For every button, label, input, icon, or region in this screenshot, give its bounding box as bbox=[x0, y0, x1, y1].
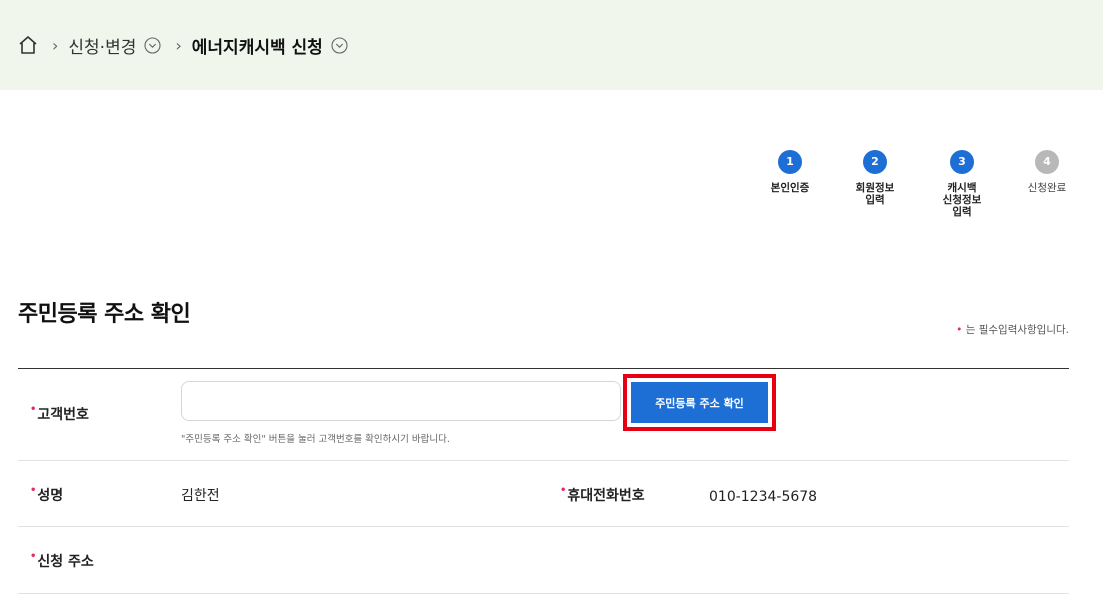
required-mark: • bbox=[30, 551, 37, 562]
home-icon[interactable] bbox=[18, 35, 38, 55]
chevron-right-icon: › bbox=[52, 35, 59, 55]
step-number: 2 bbox=[863, 150, 887, 174]
check-resident-address-button[interactable]: 주민등록 주소 확인 bbox=[631, 382, 768, 423]
step-label: 캐시백 신청정보 입력 bbox=[942, 182, 982, 218]
name-label: •성명 bbox=[30, 485, 63, 505]
phone-label: •휴대전화번호 bbox=[560, 485, 645, 505]
required-note: • 는 필수입력사항입니다. bbox=[956, 322, 1069, 337]
customer-number-label-text: 고객번호 bbox=[37, 407, 89, 423]
breadcrumb-bar: › 신청·변경 › 에너지캐시백 신청 bbox=[0, 0, 1103, 90]
row-divider bbox=[18, 593, 1069, 594]
step-label: 회원정보 입력 bbox=[855, 182, 895, 206]
required-note-text: 는 필수입력사항입니다. bbox=[965, 324, 1069, 336]
address-label-text: 신청 주소 bbox=[37, 554, 94, 570]
page-title: 주민등록 주소 확인 bbox=[18, 302, 191, 327]
address-label: •신청 주소 bbox=[30, 551, 94, 571]
name-label-text: 성명 bbox=[37, 488, 64, 504]
name-value: 김한전 bbox=[181, 488, 220, 504]
step-label: 신청완료 bbox=[1027, 182, 1067, 194]
required-mark: • bbox=[30, 485, 37, 496]
step-4: 4 신청완료 bbox=[1007, 150, 1087, 194]
customer-number-label: •고객번호 bbox=[30, 404, 89, 424]
step-2: 2 회원정보 입력 bbox=[835, 150, 915, 206]
step-number: 1 bbox=[778, 150, 802, 174]
step-label: 본인인증 bbox=[770, 182, 810, 194]
required-mark: • bbox=[560, 485, 567, 496]
required-mark: • bbox=[956, 324, 963, 336]
breadcrumb-item-apply-change[interactable]: 신청·변경 bbox=[68, 33, 136, 58]
customer-number-hint: "주민등록 주소 확인" 버튼을 눌러 고객번호를 확인하시기 바랍니다. bbox=[181, 434, 450, 445]
circle-chevron-down-icon[interactable] bbox=[331, 36, 348, 54]
row-divider bbox=[18, 460, 1069, 461]
breadcrumb-item-energy-cashback[interactable]: 에너지캐시백 신청 bbox=[192, 33, 323, 58]
step-3: 3 캐시백 신청정보 입력 bbox=[922, 150, 1002, 218]
circle-chevron-down-icon[interactable] bbox=[144, 36, 161, 54]
section-divider bbox=[18, 368, 1069, 369]
phone-value: 010-1234-5678 bbox=[709, 489, 818, 505]
phone-label-text: 휴대전화번호 bbox=[567, 488, 645, 504]
customer-number-input[interactable] bbox=[181, 381, 621, 421]
breadcrumb: › 신청·변경 › 에너지캐시백 신청 bbox=[18, 30, 348, 60]
chevron-right-icon: › bbox=[175, 35, 182, 55]
required-mark: • bbox=[30, 404, 37, 415]
step-number: 3 bbox=[950, 150, 974, 174]
step-1: 1 본인인증 bbox=[750, 150, 830, 194]
row-divider bbox=[18, 526, 1069, 527]
step-number: 4 bbox=[1035, 150, 1059, 174]
